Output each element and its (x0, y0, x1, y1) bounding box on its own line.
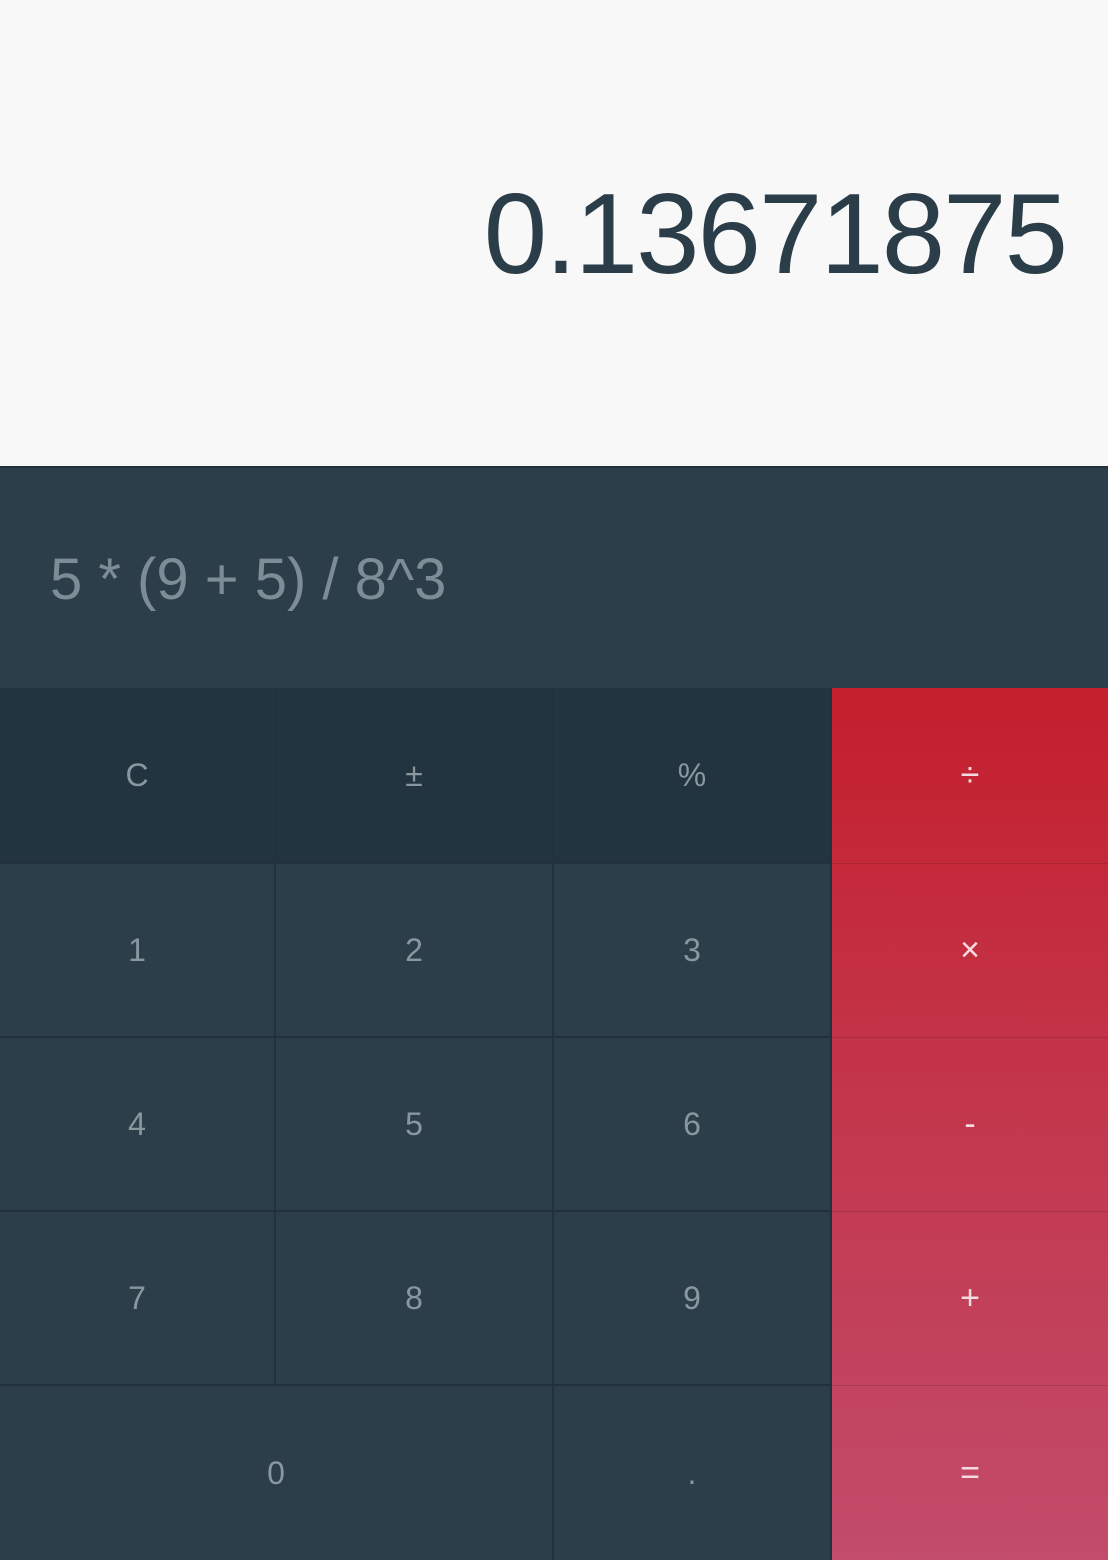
multiply-button[interactable]: × (832, 864, 1108, 1038)
digit-0-button[interactable]: 0 (0, 1386, 554, 1560)
digit-9-button[interactable]: 9 (554, 1212, 832, 1386)
equals-button[interactable]: = (832, 1386, 1108, 1560)
divide-button[interactable]: ÷ (832, 688, 1108, 864)
digit-5-button[interactable]: 5 (276, 1038, 554, 1212)
plus-minus-button[interactable]: ± (276, 688, 554, 864)
decimal-button[interactable]: . (554, 1386, 832, 1560)
result-display: 0.13671875 (0, 0, 1108, 466)
percent-button[interactable]: % (554, 688, 832, 864)
digit-6-button[interactable]: 6 (554, 1038, 832, 1212)
expression-display: 5 * (9 + 5) / 8^3 (0, 466, 1108, 688)
expression-text: 5 * (9 + 5) / 8^3 (50, 547, 447, 612)
operator-column: ÷ × - + = (832, 688, 1108, 1560)
digit-4-button[interactable]: 4 (0, 1038, 276, 1212)
minus-button[interactable]: - (832, 1038, 1108, 1212)
digit-1-button[interactable]: 1 (0, 864, 276, 1038)
digit-3-button[interactable]: 3 (554, 864, 832, 1038)
clear-button[interactable]: C (0, 688, 276, 864)
result-value: 0.13671875 (483, 171, 1068, 298)
digit-7-button[interactable]: 7 (0, 1212, 276, 1386)
digit-8-button[interactable]: 8 (276, 1212, 554, 1386)
plus-button[interactable]: + (832, 1212, 1108, 1386)
keypad: C ± % 1 2 3 4 5 6 7 8 9 0 . ÷ × - + = (0, 688, 1108, 1560)
digit-2-button[interactable]: 2 (276, 864, 554, 1038)
